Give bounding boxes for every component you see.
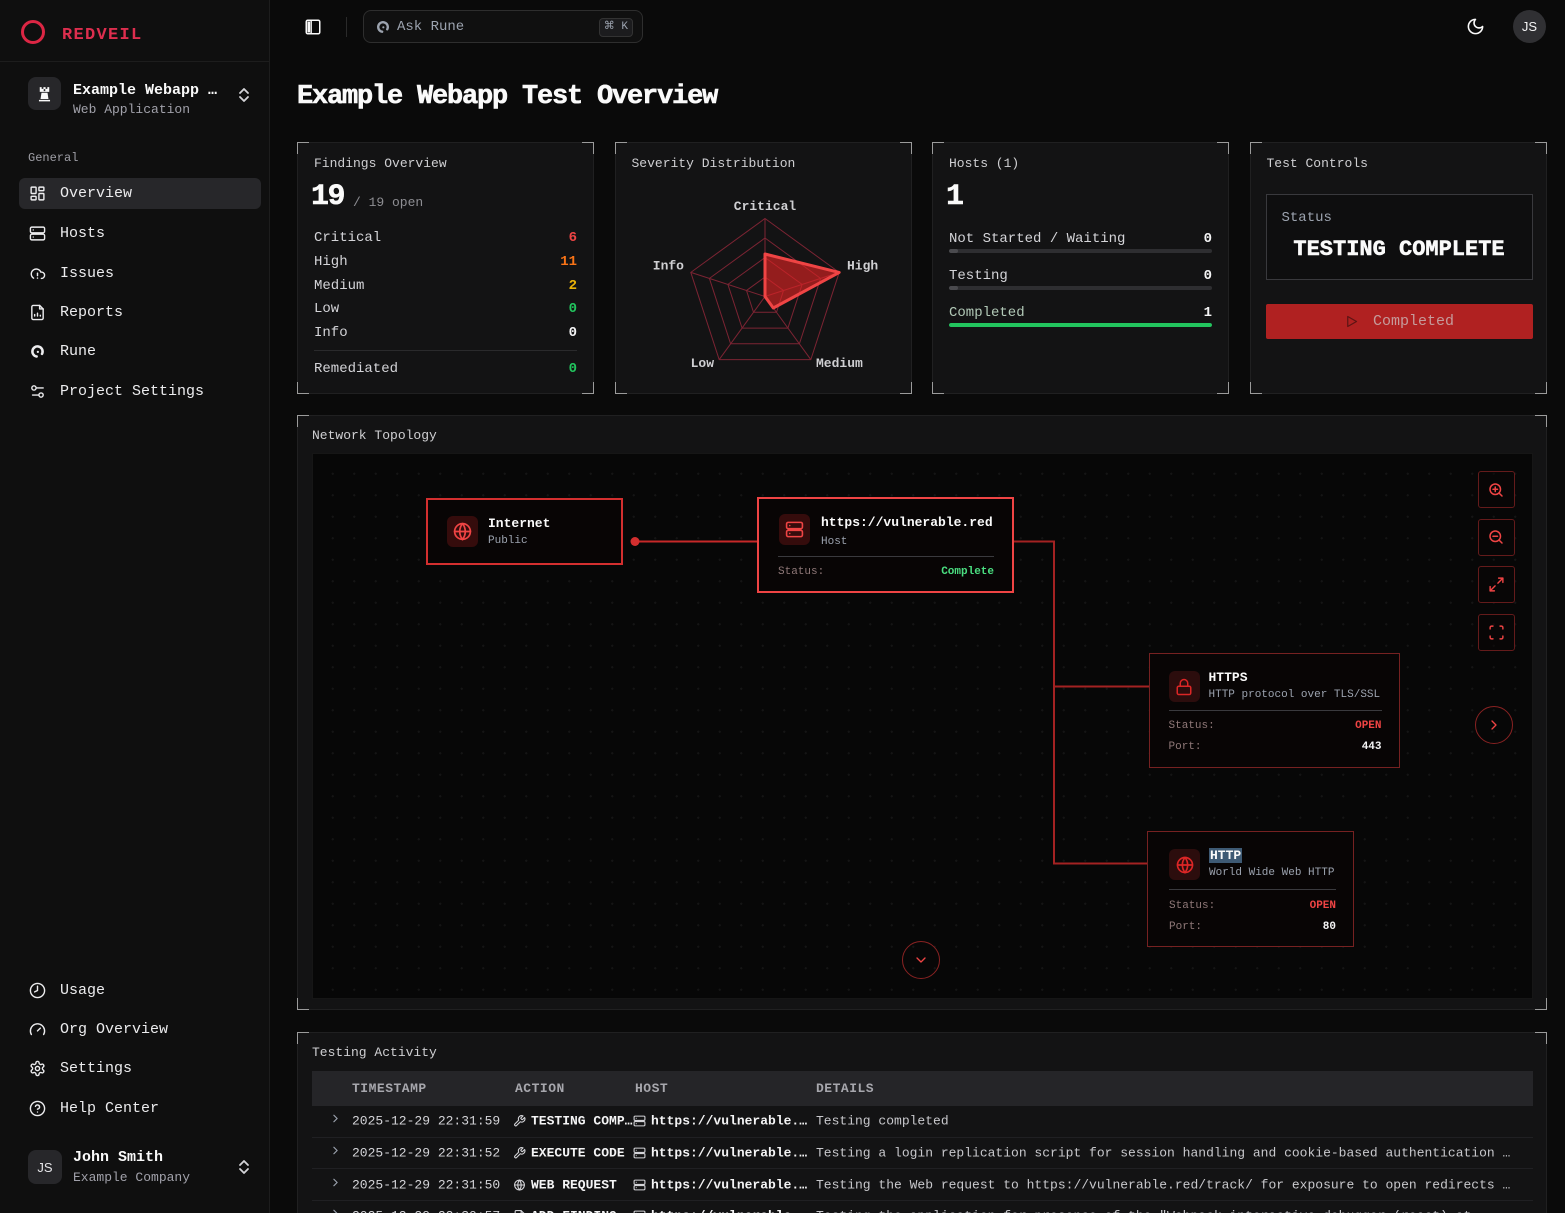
svg-text:High: High [847, 259, 878, 274]
svg-text:Critical: Critical [733, 199, 796, 214]
svg-text:Info: Info [652, 259, 683, 274]
svg-text:Medium: Medium [816, 356, 863, 371]
svg-text:Low: Low [690, 356, 714, 371]
